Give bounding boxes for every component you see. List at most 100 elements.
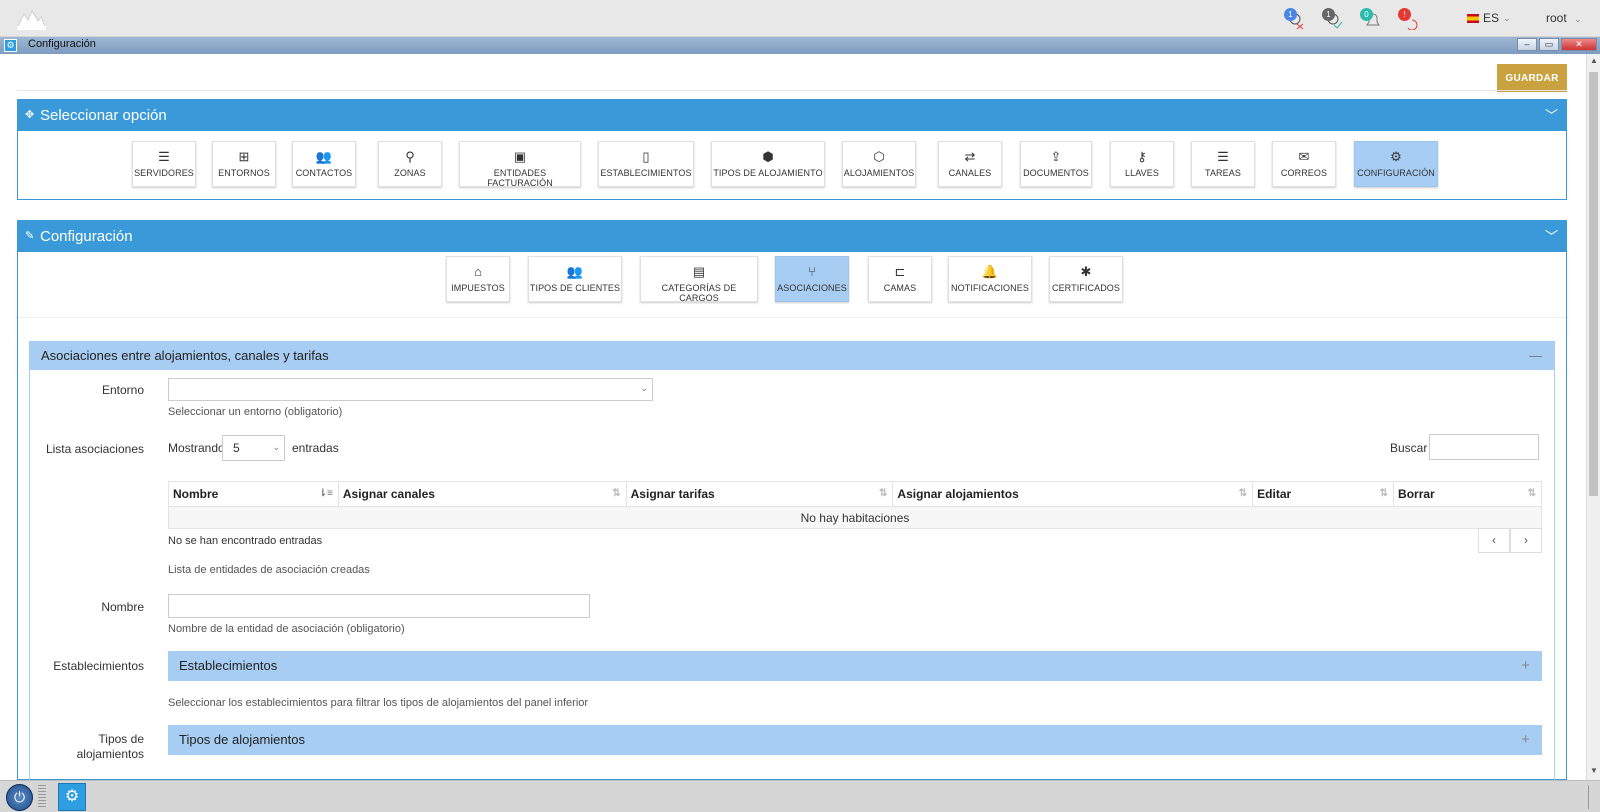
vertical-scrollbar[interactable]: ▲ ▼ — [1586, 54, 1600, 780]
archive-icon: ▤ — [692, 264, 706, 279]
divider — [1588, 785, 1589, 809]
panel-header[interactable]: ✥ Seleccionar opción ﹀ — [18, 100, 1566, 131]
restore-button[interactable]: ▭ — [1539, 38, 1559, 51]
lista-label: Lista asociaciones — [45, 442, 144, 456]
user-name: root — [1546, 11, 1567, 25]
tile-zonas[interactable]: ⚲ ZONAS — [378, 141, 442, 187]
tile-certificados[interactable]: ✱ CERTIFICADOS — [1049, 256, 1123, 302]
gear-icon[interactable]: ⚙ — [58, 783, 86, 811]
tile-categorias-de-cargos[interactable]: ▤ CATEGORÍAS DE CARGOS — [640, 256, 758, 303]
tile-documentos[interactable]: ⇪ DOCUMENTOS — [1020, 141, 1092, 187]
column-header[interactable]: Asignar tarifas ⇅ — [625, 481, 894, 507]
sort-icon: ⇅ — [612, 488, 621, 499]
tile-impuestos[interactable]: ⌂ IMPUESTOS — [446, 256, 510, 302]
sort-icon: ⇂≡ — [318, 488, 333, 499]
upload-icon: ⇪ — [1050, 149, 1062, 164]
map-marker-icon: ⚲ — [405, 149, 415, 164]
tipos-alojamientos-bar[interactable]: Tipos de alojamientos + — [168, 725, 1542, 755]
search-input[interactable] — [1429, 434, 1539, 460]
sitemap-icon: ⊞ — [238, 149, 250, 164]
column-header[interactable]: Editar ⇅ — [1252, 481, 1395, 507]
panel-title: Configuración — [40, 228, 133, 245]
scroll-up-icon[interactable]: ▲ — [1590, 56, 1598, 65]
tile-entornos[interactable]: ⊞ ENTORNOS — [212, 141, 276, 187]
spain-flag-icon — [1467, 13, 1479, 23]
tile-asociaciones[interactable]: ⑂ ASOCIACIONES — [775, 256, 849, 302]
establecimientos-bar[interactable]: Establecimientos + — [168, 651, 1542, 681]
language-selector[interactable]: ES ⌄ — [1467, 11, 1511, 25]
divider — [18, 317, 1566, 318]
plus-icon[interactable]: + — [1521, 651, 1530, 681]
showing-prefix: Mostrando — [168, 441, 225, 455]
badge-count: ! — [1398, 8, 1411, 21]
associations-header[interactable]: Asociaciones entre alojamientos, canales… — [30, 342, 1554, 370]
column-header[interactable]: Borrar ⇅ — [1393, 481, 1542, 507]
tile-llaves[interactable]: ⚷ LLAVES — [1110, 141, 1174, 187]
chevron-down-icon: ⌄ — [640, 383, 648, 393]
badge-count: 0 — [1360, 8, 1373, 21]
collapse-icon[interactable]: — — [1529, 342, 1542, 370]
top-bar: 1 1 0 ! ES ⌄ root ⌄ — [0, 0, 1600, 37]
tile-servidores[interactable]: ☰ SERVIDORES — [132, 141, 196, 187]
nombre-label: Nombre — [101, 600, 144, 614]
chevron-down-icon: ⌄ — [1574, 14, 1582, 24]
taskbar-grip — [38, 785, 46, 809]
tasks-icon: ☰ — [1217, 149, 1229, 164]
chevron-down-icon[interactable]: ﹀ — [1545, 100, 1558, 131]
column-header[interactable]: Asignar alojamientos ⇅ — [892, 481, 1254, 507]
cogs-icon: ⚙ — [1390, 149, 1402, 164]
building-icon: ▯ — [642, 149, 650, 164]
chevron-down-icon[interactable]: ﹀ — [1545, 221, 1558, 252]
user-check-icon[interactable]: 1 — [1322, 8, 1344, 30]
asterisk-icon: ✱ — [1080, 264, 1092, 279]
page-size-value: 5 — [233, 441, 240, 455]
taskbar: ⏻ ⚙ — [0, 780, 1600, 812]
tile-tareas[interactable]: ☰ TAREAS — [1191, 141, 1255, 187]
minimize-button[interactable]: – — [1517, 38, 1537, 51]
tile-tipos-de-clientes[interactable]: 👥 TIPOS DE CLIENTES — [528, 256, 622, 302]
tile-contactos[interactable]: 👥 CONTACTOS — [292, 141, 356, 187]
column-header[interactable]: Asignar canales ⇅ — [337, 481, 627, 507]
user-menu[interactable]: root ⌄ — [1546, 11, 1582, 25]
column-header[interactable]: Nombre ⇂≡ — [168, 481, 339, 507]
next-page-button[interactable]: › — [1510, 528, 1542, 553]
tile-establecimientos[interactable]: ▯ ESTABLECIMIENTOS — [598, 141, 694, 187]
tile-notificaciones[interactable]: 🔔 NOTIFICACIONES — [948, 256, 1032, 302]
exchange-icon: ⇄ — [964, 149, 976, 164]
select-option-panel: ✥ Seleccionar opción ﹀ ☰ SERVIDORES ⊞ ENTO… — [17, 99, 1567, 200]
sort-icon: ⇅ — [1379, 488, 1389, 499]
tile-camas[interactable]: ⊏ CAMAS — [868, 256, 932, 302]
tile-correos[interactable]: ✉ CORREOS — [1272, 141, 1336, 187]
prev-page-button[interactable]: ‹ — [1478, 528, 1510, 553]
page-size-select[interactable]: 5 ⌄ — [222, 435, 285, 461]
establecimientos-label: Establecimientos — [53, 659, 144, 673]
move-icon: ✥ — [25, 109, 35, 121]
main-content: GUARDAR ✥ Seleccionar opción ﹀ ☰ SERVIDOR… — [0, 54, 1586, 780]
tile-canales[interactable]: ⇄ CANALES — [938, 141, 1002, 187]
divider — [17, 90, 1567, 91]
bell-icon[interactable]: 0 — [1360, 8, 1382, 30]
close-button[interactable]: ✕ — [1561, 38, 1597, 51]
nombre-input[interactable] — [168, 594, 590, 618]
plus-icon[interactable]: + — [1521, 725, 1530, 755]
tile-alojamientos[interactable]: ⬡ ALOJAMIENTOS — [842, 141, 916, 187]
badge-count: 1 — [1322, 8, 1335, 21]
power-icon[interactable]: ⏻ — [6, 784, 33, 811]
cube-icon: ⬡ — [873, 149, 885, 164]
money-icon: ▣ — [513, 149, 527, 164]
entorno-select[interactable]: ⌄ — [168, 378, 653, 401]
bell-icon: 🔔 — [981, 264, 999, 279]
logo-icon — [16, 9, 47, 30]
save-button[interactable]: GUARDAR — [1497, 64, 1567, 92]
scroll-down-icon[interactable]: ▼ — [1590, 766, 1598, 775]
tile-entidades-facturacion[interactable]: ▣ ENTIDADES FACTURACIÓN — [459, 141, 581, 188]
establecimientos-help: Seleccionar los establecimientos para fi… — [168, 697, 589, 709]
users-icon: 👥 — [315, 149, 333, 164]
tile-configuracion[interactable]: ⚙ CONFIGURACIÓN — [1354, 141, 1438, 187]
envelope-icon: ✉ — [1298, 149, 1310, 164]
panel-header[interactable]: ✎ Configuración ﹀ — [18, 221, 1566, 252]
scrollbar-thumb[interactable] — [1589, 72, 1598, 496]
user-x-icon[interactable]: 1 — [1284, 8, 1306, 30]
tile-tipos-de-alojamiento[interactable]: ⬢ TIPOS DE ALOJAMIENTO — [711, 141, 825, 187]
alert-icon[interactable]: ! — [1398, 8, 1420, 31]
